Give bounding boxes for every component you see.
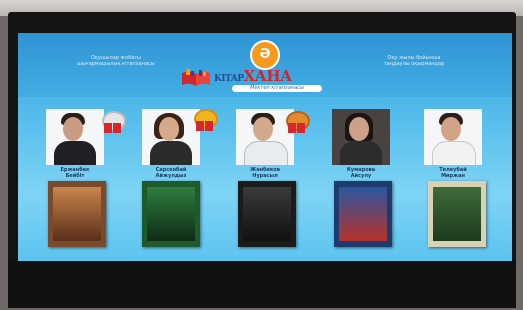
logo-name-accent: ХАНА	[243, 67, 293, 85]
header-right-text: Оқу жылы бойынша таңдаулы оқырмандар	[383, 55, 445, 67]
award-medal-icon	[284, 111, 310, 133]
student-name-5: Төлеубай Миржан	[439, 167, 467, 179]
student-name-3: Жанбеков Нұрасыл	[250, 167, 280, 179]
display-screen: Оқушылар жобасы шығармашылық кітапханасы…	[18, 33, 512, 261]
logo-wordmark: KITAPХАНА	[214, 67, 292, 85]
book-cover-4[interactable]	[334, 181, 392, 247]
book-cover-5[interactable]	[428, 181, 486, 247]
student-photo-1[interactable]	[46, 109, 104, 165]
student-name-1: Ержанбек Бейбіт	[60, 167, 90, 179]
book-cover-3[interactable]	[238, 181, 296, 247]
student-name-4: Кумарова Айсулу	[346, 167, 376, 179]
logo-name-main: KITAP	[214, 74, 244, 84]
logo-tagline: Мектеп кітапханасы	[232, 85, 322, 92]
book-cover-1[interactable]	[48, 181, 106, 247]
award-medal-icon	[100, 111, 126, 133]
logo-letter: Ә	[259, 47, 271, 62]
open-book-icon	[182, 69, 210, 86]
award-medal-icon	[192, 109, 218, 131]
student-photo-5[interactable]	[424, 109, 482, 165]
tv-bottom-bezel	[8, 261, 516, 308]
header-banner: Оқушылар жобасы шығармашылық кітапханасы…	[18, 33, 512, 97]
book-cover-2[interactable]	[142, 181, 200, 247]
logo-emblem: Ә	[250, 40, 280, 70]
student-photo-4[interactable]	[332, 109, 390, 165]
tv-frame: Оқушылар жобасы шығармашылық кітапханасы…	[8, 12, 516, 308]
student-name-2: Сарсенбай Айжұлдыз	[155, 167, 187, 179]
header-left-text: Оқушылар жобасы шығармашылық кітапханасы	[77, 55, 155, 67]
